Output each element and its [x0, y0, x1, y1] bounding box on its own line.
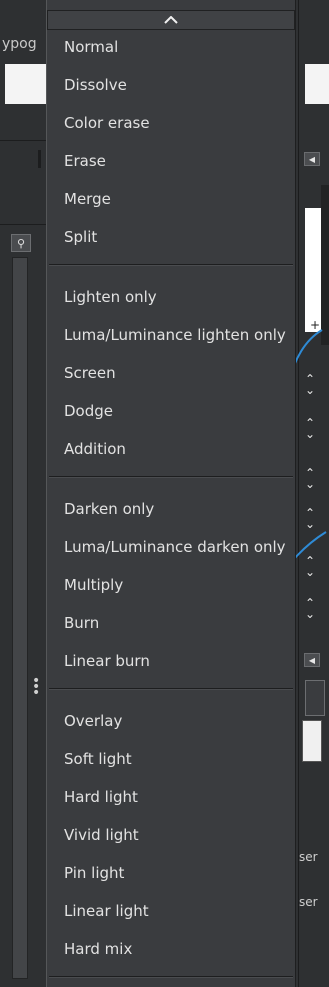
menu-item-luma-luminance-lighten-only[interactable]: Luma/Luminance lighten only — [64, 326, 286, 344]
zoom-icon[interactable]: ⚲ — [11, 234, 31, 252]
menu-item-dissolve[interactable]: Dissolve — [64, 76, 127, 94]
menu-item-soft-light[interactable]: Soft light — [64, 750, 132, 768]
menu-item-burn[interactable]: Burn — [64, 614, 99, 632]
menu-item-split[interactable]: Split — [64, 228, 97, 246]
background-text-field[interactable] — [5, 64, 46, 104]
menu-item-erase[interactable]: Erase — [64, 152, 106, 170]
background-canvas — [305, 208, 321, 332]
spinner-icon[interactable]: ⌃ ⌄ — [301, 507, 319, 530]
menu-separator — [49, 688, 293, 690]
menu-separator — [49, 476, 293, 478]
background-field[interactable] — [305, 680, 325, 716]
divider — [0, 140, 46, 141]
spinner-icon[interactable]: ⌃ ⌄ — [301, 597, 319, 620]
panel-menu-button[interactable]: ◀ — [304, 653, 320, 667]
menu-item-linear-burn[interactable]: Linear burn — [64, 652, 150, 670]
background-right-panel: ◀ + ⌃ ⌄ ⌃ ⌄ ⌃ ⌄ ⌃ ⌄ ⌃ ⌄ ⌃ ⌄ ◀ ser ser — [298, 0, 329, 987]
blend-mode-menu: Normal Dissolve Color erase Erase Merge … — [46, 0, 296, 987]
background-left-panel: ypog ⚲ • • • — [0, 0, 47, 987]
panel-menu-button[interactable]: ◀ — [304, 152, 320, 166]
menu-item-multiply[interactable]: Multiply — [64, 576, 123, 594]
spinner-field[interactable] — [302, 720, 322, 762]
divider — [0, 224, 46, 225]
menu-item-pin-light[interactable]: Pin light — [64, 864, 124, 882]
background-label-fragment: ypog — [2, 36, 37, 52]
menu-item-addition[interactable]: Addition — [64, 440, 126, 458]
menu-item-dodge[interactable]: Dodge — [64, 402, 113, 420]
menu-item-vivid-light[interactable]: Vivid light — [64, 826, 139, 844]
background-block — [321, 185, 329, 345]
spinner-icon[interactable]: ⌃ ⌄ — [301, 373, 319, 396]
background-text-field[interactable] — [305, 64, 329, 104]
menu-item-darken-only[interactable]: Darken only — [64, 500, 154, 518]
menu-item-linear-light[interactable]: Linear light — [64, 902, 149, 920]
menu-item-hard-light[interactable]: Hard light — [64, 788, 138, 806]
plus-icon: + — [310, 318, 321, 332]
background-label-fragment: ser — [299, 895, 318, 909]
menu-item-hard-mix[interactable]: Hard mix — [64, 940, 132, 958]
menu-item-lighten-only[interactable]: Lighten only — [64, 288, 157, 306]
drag-handle-icon[interactable]: • • • — [32, 674, 40, 700]
menu-item-normal[interactable]: Normal — [64, 38, 118, 56]
menu-scroll-up-button[interactable] — [47, 10, 295, 30]
menu-item-luma-luminance-darken-only[interactable]: Luma/Luminance darken only — [64, 538, 286, 556]
chevron-up-icon — [164, 16, 178, 24]
spinner-icon[interactable]: ⌃ ⌄ — [301, 417, 319, 440]
divider — [38, 150, 41, 168]
menu-item-color-erase[interactable]: Color erase — [64, 114, 150, 132]
background-scrollbar[interactable] — [12, 257, 28, 979]
menu-item-screen[interactable]: Screen — [64, 364, 116, 382]
background-label-fragment: ser — [299, 850, 318, 864]
menu-separator — [49, 264, 293, 266]
menu-item-overlay[interactable]: Overlay — [64, 712, 122, 730]
spinner-icon[interactable]: ⌃ ⌄ — [301, 467, 319, 490]
menu-separator — [49, 976, 293, 978]
menu-item-merge[interactable]: Merge — [64, 190, 111, 208]
spinner-icon[interactable]: ⌃ ⌄ — [301, 555, 319, 578]
